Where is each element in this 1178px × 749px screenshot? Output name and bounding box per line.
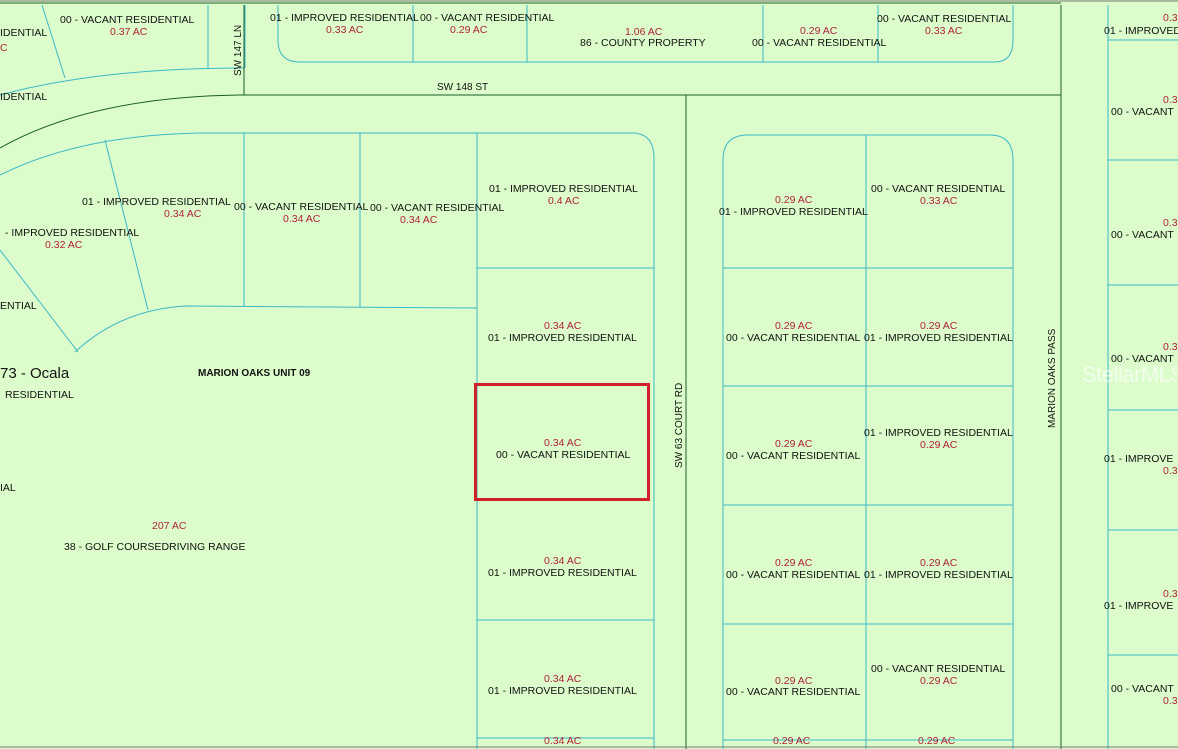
parcel-use: RESIDENTIAL xyxy=(5,389,74,401)
parcel-use: ENTIAL xyxy=(0,300,37,312)
parcel-use: 01 - IMPROVED RESIDENTIAL xyxy=(864,569,1013,581)
parcel-use: 01 - IMPROVED RESIDENTIAL xyxy=(270,12,419,24)
parcel-use: IAL xyxy=(0,482,16,494)
parcel-use: 00 - VACANT xyxy=(1111,683,1174,695)
parcel-use: 01 - IMPROVED RESIDENTIAL xyxy=(488,685,637,697)
parcel-acres: 0.34 AC xyxy=(544,320,582,332)
parcel-use: 00 - VACANT RESIDENTIAL xyxy=(370,202,505,214)
parcel-acres: 0.34 AC xyxy=(164,208,202,220)
parcel-acres: 0.29 AC xyxy=(800,25,838,37)
parcel-acres: 0.29 AC xyxy=(920,439,958,451)
parcel-use: 01 - IMPROVED RESIDENTIAL xyxy=(489,183,638,195)
street-sw-148-st: SW 148 ST xyxy=(437,82,489,93)
parcel-acres: 0.34 AC xyxy=(283,213,321,225)
parcel-acres: 0.29 AC xyxy=(450,24,488,36)
parcel-use: 01 - IMPROVED RESIDENTIAL xyxy=(488,567,637,579)
parcel-acres: 0.3 xyxy=(1163,341,1178,353)
parcel-use: IDENTIAL xyxy=(0,27,48,39)
parcel-acres: 0.34 AC xyxy=(400,214,438,226)
parcel-acres: 0.34 AC xyxy=(544,735,582,747)
parcel-acres: 0.3 xyxy=(1163,12,1178,24)
parcel-use: 00 - VACANT RESIDENTIAL xyxy=(871,663,1006,675)
parcel-use: - IMPROVED RESIDENTIAL xyxy=(5,227,140,239)
street-marion-oaks-pass: MARION OAKS PASS xyxy=(1047,328,1058,428)
parcel-acres: 0.29 AC xyxy=(920,557,958,569)
parcel-acres: 0.3 xyxy=(1163,217,1178,229)
parcel-acres: C xyxy=(0,42,8,54)
street-sw-147-ln: SW 147 LN xyxy=(233,24,244,76)
parcel-use: 01 - IMPROVED RESIDENTIAL xyxy=(864,332,1013,344)
parcel-use: 00 - VACANT RESIDENTIAL xyxy=(726,686,861,698)
parcel-acres: 0.37 AC xyxy=(110,26,148,38)
parcel-acres: 0.3 xyxy=(1163,94,1178,106)
parcel-use: 01 - IMPROVE xyxy=(1104,453,1174,465)
parcel-use: 00 - VACANT RESIDENTIAL xyxy=(60,14,195,26)
parcel-lines xyxy=(0,0,1178,749)
parcel-use: 00 - VACANT RESIDENTIAL xyxy=(871,183,1006,195)
parcel-acres: 0.3 xyxy=(1163,695,1178,707)
parcel-use: 01 - IMPROVED xyxy=(1104,25,1178,37)
street-sw-63-court-rd: SW 63 COURT RD xyxy=(674,382,685,468)
golf-acres: 207 AC xyxy=(152,520,187,532)
parcel-use: 00 - VACANT RESIDENTIAL xyxy=(234,201,369,213)
parcel-use: 00 - VACANT RESIDENTIAL xyxy=(726,450,861,462)
subject-parcel-highlight[interactable] xyxy=(474,383,650,501)
parcel-acres: 0.29 AC xyxy=(773,735,811,747)
parcel-use: 01 - IMPROVE xyxy=(1104,600,1174,612)
parcel-use: 01 - IMPROVED RESIDENTIAL xyxy=(82,196,231,208)
parcel-acres: 0.3 xyxy=(1163,588,1178,600)
parcel-acres: 0.29 AC xyxy=(918,735,956,747)
parcel-use: 00 - VACANT RESIDENTIAL xyxy=(726,332,861,344)
golf-use: 38 - GOLF COURSEDRIVING RANGE xyxy=(64,541,246,553)
parcel-acres: 0.34 AC xyxy=(544,673,582,685)
parcel-use: 00 - VACANT RESIDENTIAL xyxy=(726,569,861,581)
parcel-use: 01 - IMPROVED RESIDENTIAL xyxy=(864,427,1013,439)
parcel-acres: 0.29 AC xyxy=(775,320,813,332)
parcel-acres: 0.33 AC xyxy=(920,195,958,207)
parcel-use: 00 - VACANT xyxy=(1111,229,1174,241)
subdivision-label: MARION OAKS UNIT 09 xyxy=(198,368,311,379)
parcel-acres: 0.34 AC xyxy=(544,555,582,567)
parcel-acres: 0.29 AC xyxy=(775,194,813,206)
parcel-use: 86 - COUNTY PROPERTY xyxy=(580,37,706,49)
parcel-acres: 0.33 AC xyxy=(925,25,963,37)
parcel-acres: 0.29 AC xyxy=(775,557,813,569)
city-label: 73 - Ocala xyxy=(0,365,70,382)
parcel-use: 00 - VACANT RESIDENTIAL xyxy=(877,13,1012,25)
parcel-acres: 0.3 xyxy=(1163,465,1178,477)
parcel-use: IDENTIAL xyxy=(0,91,48,103)
parcel-acres: 0.29 AC xyxy=(920,320,958,332)
parcel-use: 01 - IMPROVED RESIDENTIAL xyxy=(719,206,868,218)
parcel-use: 00 - VACANT RESIDENTIAL xyxy=(752,37,887,49)
parcel-acres: 0.33 AC xyxy=(326,24,364,36)
parcel-acres: 0.4 AC xyxy=(548,195,580,207)
parcel-acres: 0.29 AC xyxy=(920,675,958,687)
parcel-use: 00 - VACANT xyxy=(1111,106,1174,118)
parcel-acres: 0.29 AC xyxy=(775,438,813,450)
parcel-use: 00 - VACANT RESIDENTIAL xyxy=(420,12,555,24)
parcel-map[interactable]: SW 148 ST SW 147 LN SW 63 COURT RD MARIO… xyxy=(0,0,1178,749)
parcel-use: 01 - IMPROVED RESIDENTIAL xyxy=(488,332,637,344)
watermark: StellarMLS xyxy=(1082,362,1178,387)
parcel-acres: 0.32 AC xyxy=(45,239,83,251)
